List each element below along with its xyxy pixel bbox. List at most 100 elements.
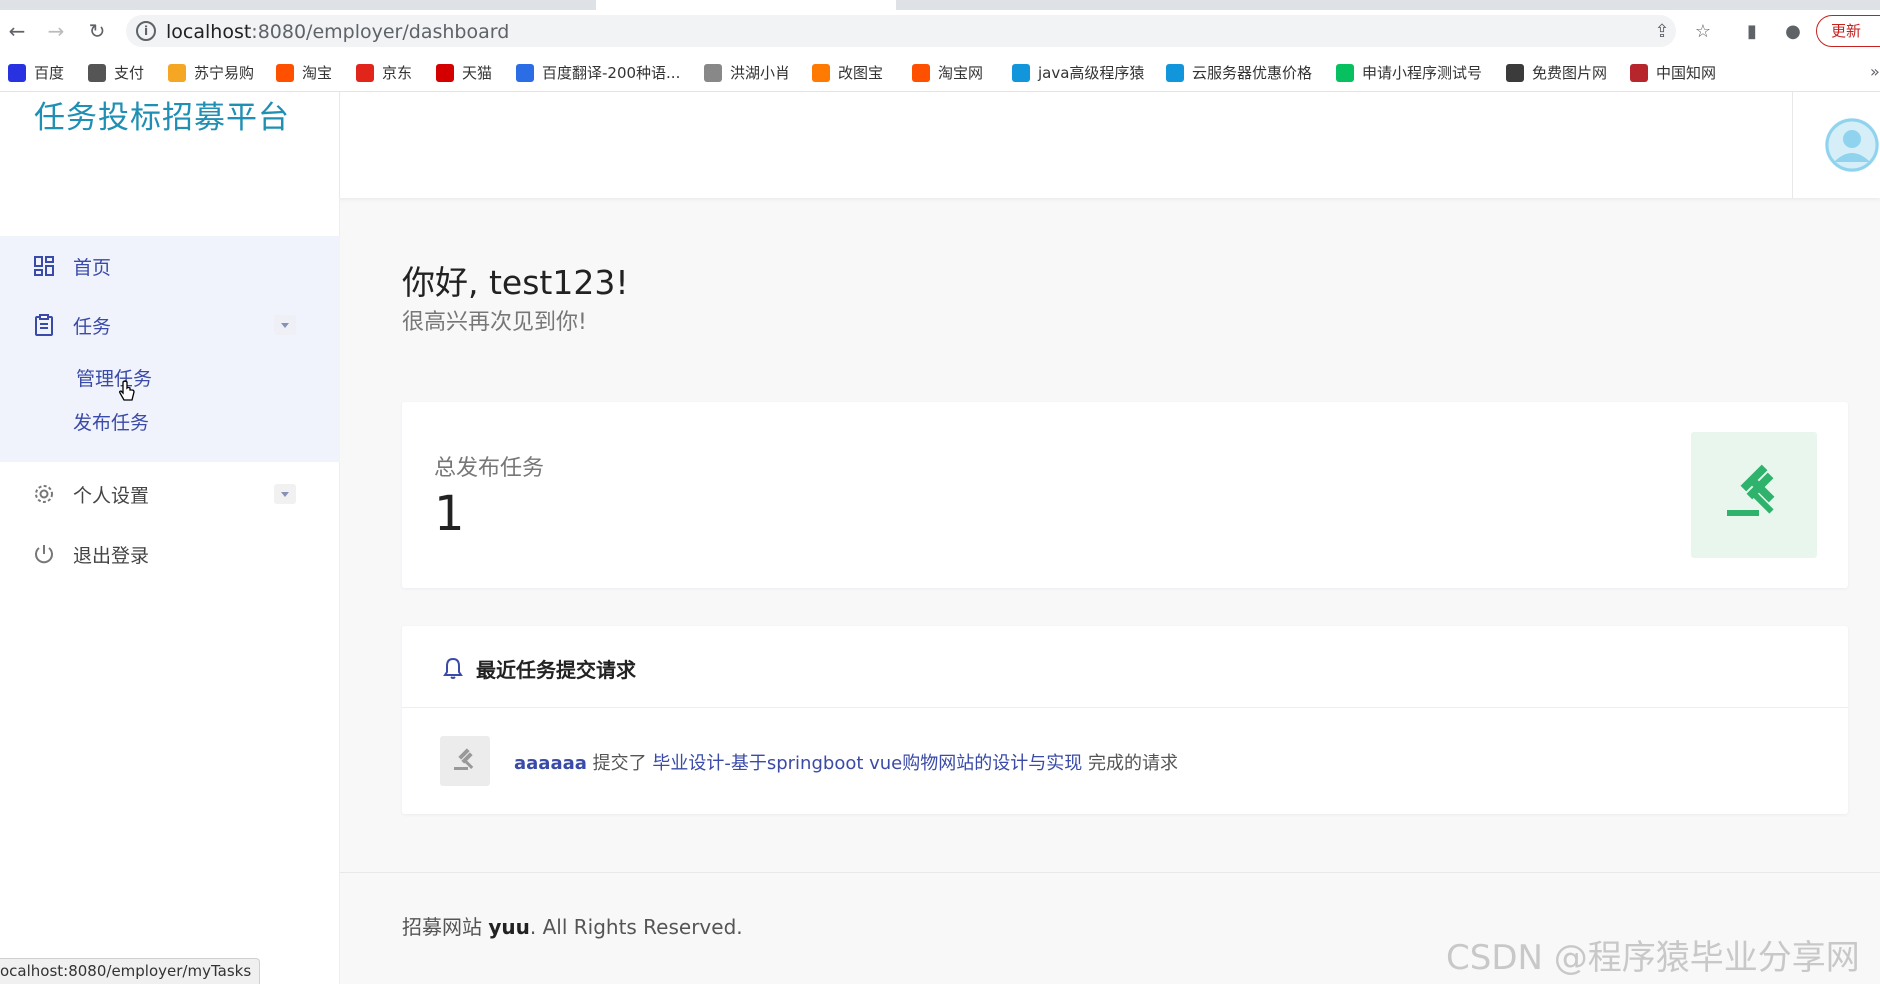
sidebar-item-label: 任务 (73, 315, 112, 338)
reload-icon[interactable]: ↻ (84, 18, 110, 44)
browser-toolbar: ← → ↻ i localhost:8080/employer/dashboar… (0, 10, 1880, 52)
bookmark-label: 天猫 (462, 64, 493, 82)
bookmark-item[interactable]: 申请小程序测试号 (1336, 62, 1482, 83)
stat-card-total-tasks: 总发布任务 1 (402, 402, 1848, 588)
bookmark-item[interactable]: 支付 (88, 62, 144, 83)
page-title: 你好, test123! (402, 263, 629, 302)
bookmark-favicon-icon (168, 63, 186, 82)
request-task-link[interactable]: 毕业设计-基于springboot vue购物网站的设计与实现 (652, 753, 1082, 774)
sidebar-item-logout[interactable]: 退出登录 (0, 524, 340, 584)
side-panel-icon[interactable]: ▮ (1741, 21, 1763, 43)
sidebar-subitem-manage-tasks[interactable]: 管理任务 (76, 364, 152, 391)
bookmark-item[interactable]: 苏宁易购 (168, 62, 254, 83)
avatar[interactable] (1825, 118, 1879, 172)
bookmark-item[interactable]: 改图宝 (812, 62, 883, 83)
footer-copyright: 招募网站 yuu. All Rights Reserved. (402, 915, 743, 939)
gear-icon (35, 485, 53, 503)
bookmark-item[interactable]: 淘宝网 (912, 62, 983, 83)
bookmark-favicon-icon (1630, 63, 1648, 82)
bookmark-label: 京东 (382, 64, 413, 82)
bookmark-favicon-icon (88, 63, 106, 82)
chevron-down-icon[interactable] (274, 315, 296, 335)
logo-area: 任务投标招募平台 (0, 92, 340, 198)
bookmark-favicon-icon (8, 63, 26, 82)
bookmark-label: 洪湖小肖 (730, 64, 791, 82)
bookmark-favicon-icon (1336, 63, 1354, 82)
gavel-icon (1727, 464, 1775, 516)
bookmark-favicon-icon (356, 63, 374, 82)
sidebar-item-label: 首页 (73, 256, 112, 279)
bookmark-favicon-icon (516, 63, 534, 82)
card-header: 最近任务提交请求 (402, 626, 1848, 708)
bookmark-label: 改图宝 (838, 64, 884, 82)
site-info-icon[interactable]: i (136, 21, 156, 41)
user-menu[interactable] (1792, 92, 1880, 198)
bookmark-label: 淘宝网 (938, 64, 984, 82)
sidebar-subitem-publish-task[interactable]: 发布任务 (73, 408, 149, 435)
bookmark-favicon-icon (812, 63, 830, 82)
bookmark-favicon-icon (1506, 63, 1524, 82)
main-content: 你好, test123! 很高兴再次见到你! 总发布任务 1 最近任务提交请求 (340, 198, 1880, 984)
active-tab[interactable] (596, 0, 896, 10)
list-item[interactable]: aaaaaa 提交了 毕业设计-基于springboot vue购物网站的设计与… (402, 708, 1848, 814)
sidebar-item-tasks[interactable]: 任务 (0, 295, 340, 355)
request-thumbnail (440, 736, 490, 786)
bookmark-item[interactable]: 云服务器优惠价格 (1166, 62, 1312, 83)
share-icon[interactable]: ⇪ (1651, 21, 1673, 43)
bookmark-item[interactable]: 百度 (8, 62, 64, 83)
bookmark-item[interactable]: 免费图片网 (1506, 62, 1607, 83)
chevron-down-icon[interactable] (274, 484, 296, 504)
dashboard-icon (34, 256, 54, 276)
back-icon[interactable]: ← (4, 18, 30, 44)
bookmark-favicon-icon (1166, 63, 1184, 82)
bookmarks-overflow-icon[interactable]: » (1870, 62, 1880, 81)
bookmark-favicon-icon (912, 63, 930, 82)
power-icon (35, 545, 53, 564)
bookmark-label: 苏宁易购 (194, 64, 255, 82)
bookmark-label: 淘宝 (302, 64, 333, 82)
request-text: aaaaaa 提交了 毕业设计-基于springboot vue购物网站的设计与… (514, 749, 1178, 775)
bookmark-item[interactable]: 淘宝 (276, 62, 332, 83)
bookmark-favicon-icon (276, 63, 294, 82)
bookmark-item[interactable]: 中国知网 (1630, 62, 1716, 83)
bookmark-item[interactable]: 洪湖小肖 (704, 62, 790, 83)
gavel-icon (454, 748, 474, 770)
hand-cursor-icon (119, 380, 135, 401)
browser-chrome: ← → ↻ i localhost:8080/employer/dashboar… (0, 0, 1880, 60)
bookmark-favicon-icon (1012, 63, 1030, 82)
sidebar-item-label: 个人设置 (73, 484, 150, 507)
address-bar[interactable]: i localhost:8080/employer/dashboard (126, 15, 1676, 47)
bookmark-label: 申请小程序测试号 (1362, 64, 1483, 82)
bookmark-label: 中国知网 (1656, 64, 1717, 82)
sidebar: 首页 任务 管理任务 发布任务 个人设置 退出登录 (0, 198, 340, 984)
bookmark-label: 支付 (114, 64, 145, 82)
profile-icon[interactable]: ● (1782, 21, 1804, 43)
bell-icon (443, 657, 463, 679)
update-button[interactable]: 更新 (1816, 15, 1880, 47)
request-user-link[interactable]: aaaaaa (514, 753, 587, 774)
site-logo[interactable]: 任务投标招募平台 (34, 92, 290, 137)
bookmark-item[interactable]: 天猫 (436, 62, 492, 83)
request-suffix: 完成的请求 (1088, 753, 1178, 774)
bookmark-item[interactable]: 百度翻译-200种语... (516, 62, 680, 83)
card-title: 最近任务提交请求 (476, 658, 636, 682)
sidebar-item-settings[interactable]: 个人设置 (0, 464, 340, 524)
url-text[interactable]: localhost:8080/employer/dashboard (166, 21, 509, 43)
tab-strip (0, 0, 1880, 10)
status-bar-url: ocalhost:8080/employer/myTasks (0, 958, 261, 984)
bookmark-item[interactable]: java高级程序猿 (1012, 62, 1144, 83)
watermark: CSDN @程序猿毕业分享网 (1446, 938, 1860, 978)
bookmarks-bar: 百度 支付 苏宁易购 淘宝 京东 天猫 百度翻译-200种语... 洪湖小肖 改图宝 淘宝网 jav… (0, 52, 1880, 92)
sidebar-item-home[interactable]: 首页 (0, 236, 340, 296)
bookmark-star-icon[interactable]: ☆ (1692, 21, 1714, 43)
bookmark-label: 云服务器优惠价格 (1192, 64, 1313, 82)
request-verb: 提交了 (592, 753, 647, 774)
stat-label: 总发布任务 (434, 456, 545, 481)
bookmark-label: 百度翻译-200种语... (542, 64, 681, 82)
forward-icon[interactable]: → (43, 18, 69, 44)
page-subtitle: 很高兴再次见到你! (402, 310, 587, 335)
recent-requests-card: 最近任务提交请求 aaaaaa 提交了 毕业设计-基于springboot vu… (402, 626, 1848, 814)
bookmark-item[interactable]: 京东 (356, 62, 412, 83)
bookmark-favicon-icon (436, 63, 454, 82)
bookmark-favicon-icon (704, 63, 722, 82)
